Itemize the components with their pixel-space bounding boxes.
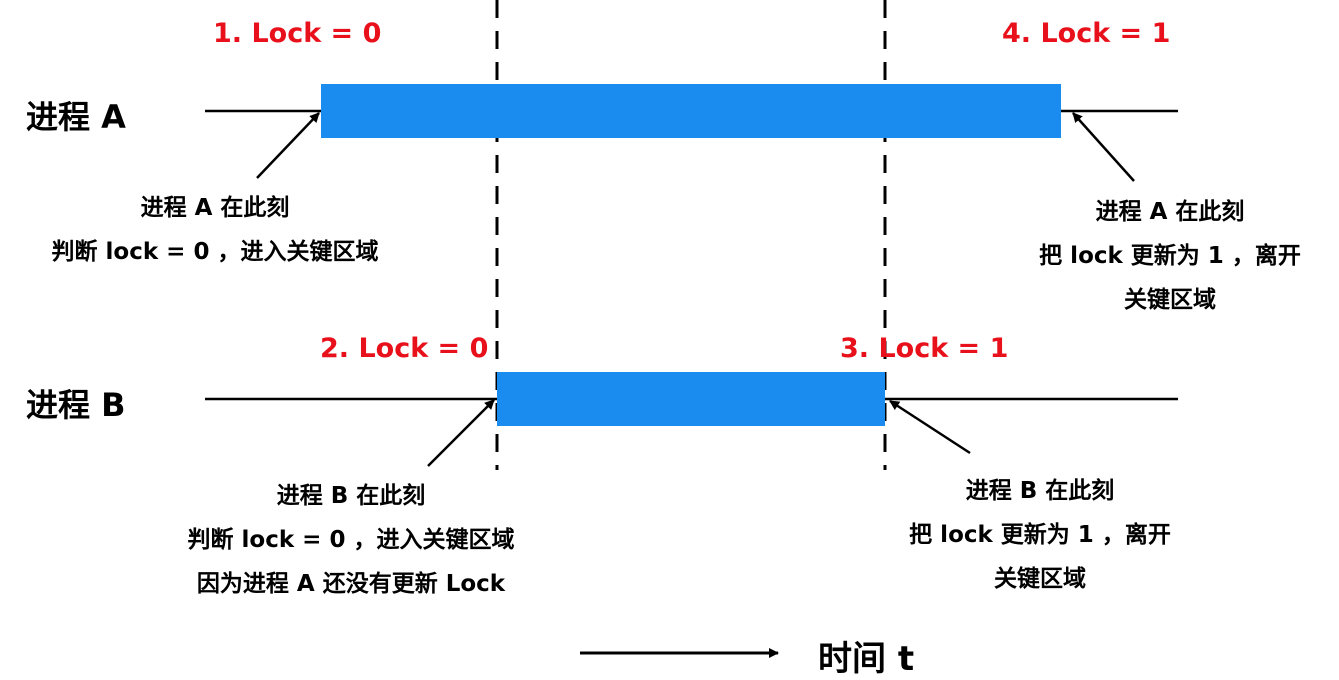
arrow-b-enter — [427, 399, 495, 467]
lock-label-4: 4. Lock = 1 — [1002, 18, 1171, 49]
process-a-critical-section-bar — [321, 84, 1061, 138]
note-line: 进程 B 在此刻 — [276, 483, 426, 509]
arrow-a-leave — [1072, 112, 1135, 182]
note-line: 关键区域 — [1124, 287, 1216, 313]
note-line: 把 lock 更新为 1 ，离开 — [909, 522, 1171, 548]
note-process-a-leave: 进程 A 在此刻 把 lock 更新为 1 ，离开 关键区域 — [1039, 190, 1301, 322]
note-line: 把 lock 更新为 1 ，离开 — [1039, 243, 1301, 269]
lock-label-3: 3. Lock = 1 — [840, 333, 1009, 364]
note-line: 判断 lock = 0 ，进入关键区域 — [187, 527, 515, 553]
note-process-a-enter: 进程 A 在此刻 判断 lock = 0 ，进入关键区域 — [52, 186, 379, 274]
note-line: 进程 A 在此刻 — [1095, 199, 1245, 225]
time-axis-label: 时间 t — [818, 639, 915, 679]
lock-label-1: 1. Lock = 0 — [213, 18, 382, 49]
process-b-label: 进程 B — [26, 386, 126, 424]
process-b-critical-section-bar — [497, 372, 885, 426]
note-line: 关键区域 — [994, 566, 1086, 592]
lock-label-2: 2. Lock = 0 — [320, 333, 489, 364]
note-line: 进程 B 在此刻 — [965, 478, 1115, 504]
note-process-b-enter: 进程 B 在此刻 判断 lock = 0 ，进入关键区域 因为进程 A 还没有更… — [188, 474, 515, 606]
note-line: 进程 A 在此刻 — [140, 195, 290, 221]
arrow-a-enter — [256, 112, 320, 179]
arrow-b-leave — [889, 399, 971, 455]
note-process-b-leave: 进程 B 在此刻 把 lock 更新为 1 ，离开 关键区域 — [909, 469, 1171, 601]
note-line: 判断 lock = 0 ，进入关键区域 — [51, 239, 379, 265]
note-line: 因为进程 A 还没有更新 Lock — [196, 571, 506, 597]
race-condition-diagram: 进程 A 进程 B 1. Lock = 0 4. Lock = 1 2. Loc… — [0, 0, 1339, 680]
process-a-label: 进程 A — [26, 98, 126, 136]
